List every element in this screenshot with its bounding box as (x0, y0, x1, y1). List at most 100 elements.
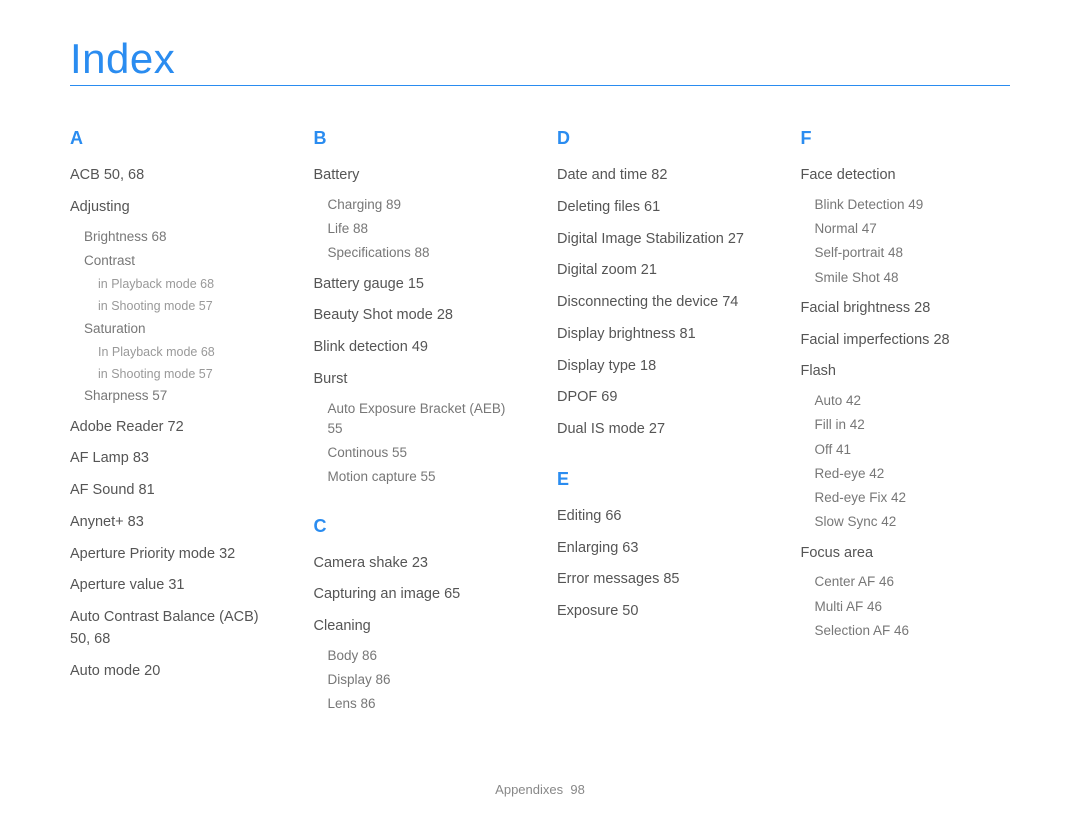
index-entry-text[interactable]: AF Lamp 83 (70, 448, 280, 470)
index-entry[interactable]: Beauty Shot mode 28 (314, 305, 524, 327)
index-entry[interactable]: AF Lamp 83 (70, 448, 280, 470)
index-entry[interactable]: Aperture value 31 (70, 575, 280, 597)
index-entry[interactable]: Facial brightness 28 (801, 298, 1011, 320)
index-subentry[interactable]: Multi AF 46 (815, 597, 1011, 617)
index-entry-text[interactable]: Focus area (801, 543, 1011, 565)
index-subentry[interactable]: Life 88 (328, 219, 524, 239)
index-entry-text[interactable]: Anynet+ 83 (70, 512, 280, 534)
index-entry-text[interactable]: Battery (314, 165, 524, 187)
index-entry-text[interactable]: Enlarging 63 (557, 538, 767, 560)
index-entry-text[interactable]: Cleaning (314, 616, 524, 638)
index-entry-text[interactable]: Battery gauge 15 (314, 274, 524, 296)
index-subentry[interactable]: Continous 55 (328, 443, 524, 463)
index-entry[interactable]: Facial imperfections 28 (801, 330, 1011, 352)
index-entry[interactable]: Anynet+ 83 (70, 512, 280, 534)
index-entry[interactable]: Flash Auto 42 Fill in 42 Off 41 Red-eye 42 Re… (801, 361, 1011, 532)
index-subentry[interactable]: Fill in 42 (815, 415, 1011, 435)
index-subentry[interactable]: Selection AF 46 (815, 621, 1011, 641)
index-entry[interactable]: Disconnecting the device 74 (557, 292, 767, 314)
index-subsubentry[interactable]: In Playback mode 68 (98, 343, 280, 362)
index-entry-text[interactable]: Adobe Reader 72 (70, 417, 280, 439)
index-subsubentry[interactable]: in Playback mode 68 (98, 275, 280, 294)
index-entry[interactable]: Adjusting Brightness 68 Contrast in Playbac… (70, 197, 280, 407)
index-entry-text[interactable]: Camera shake 23 (314, 553, 524, 575)
index-entry-text[interactable]: Deleting files 61 (557, 197, 767, 219)
index-entry-text[interactable]: Date and time 82 (557, 165, 767, 187)
index-entry-text[interactable]: Error messages 85 (557, 569, 767, 591)
index-entry[interactable]: Auto mode 20 (70, 661, 280, 683)
index-subentry[interactable]: Motion capture 55 (328, 467, 524, 487)
index-subentry[interactable]: Contrast (84, 251, 280, 271)
index-entry[interactable]: DPOF 69 (557, 387, 767, 409)
index-entry-text[interactable]: Flash (801, 361, 1011, 383)
index-subentry[interactable]: Center AF 46 (815, 572, 1011, 592)
index-entry[interactable]: Burst Auto Exposure Bracket (AEB) 55 Conti… (314, 369, 524, 488)
index-entry-text[interactable]: Aperture value 31 (70, 575, 280, 597)
index-entry[interactable]: Exposure 50 (557, 601, 767, 623)
index-entry[interactable]: Digital Image Stabilization 27 (557, 229, 767, 251)
index-entry-text[interactable]: Exposure 50 (557, 601, 767, 623)
index-entry[interactable]: Deleting files 61 (557, 197, 767, 219)
index-entry[interactable]: Auto Contrast Balance (ACB) 50, 68 (70, 607, 280, 651)
index-subsubentry[interactable]: in Shooting mode 57 (98, 297, 280, 316)
index-subentry[interactable]: Self-portrait 48 (815, 243, 1011, 263)
index-entry-text[interactable]: Auto Contrast Balance (ACB) 50, 68 (70, 607, 280, 651)
index-subentry[interactable]: Auto Exposure Bracket (AEB) 55 (328, 399, 524, 440)
index-entry-text[interactable]: Blink detection 49 (314, 337, 524, 359)
index-subentry[interactable]: Blink Detection 49 (815, 195, 1011, 215)
index-entry[interactable]: Adobe Reader 72 (70, 417, 280, 439)
index-entry[interactable]: Editing 66 (557, 506, 767, 528)
index-subentry[interactable]: Red-eye 42 (815, 464, 1011, 484)
index-entry-text[interactable]: Facial imperfections 28 (801, 330, 1011, 352)
index-entry[interactable]: Blink detection 49 (314, 337, 524, 359)
index-entry-text[interactable]: ACB 50, 68 (70, 165, 280, 187)
index-entry-text[interactable]: Digital zoom 21 (557, 260, 767, 282)
index-subentry[interactable]: Sharpness 57 (84, 386, 280, 406)
index-entry-text[interactable]: Capturing an image 65 (314, 584, 524, 606)
index-subentry[interactable]: Smile Shot 48 (815, 268, 1011, 288)
index-subentry[interactable]: Off 41 (815, 440, 1011, 460)
index-entry[interactable]: Focus area Center AF 46 Multi AF 46 Selecti… (801, 543, 1011, 642)
index-entry-text[interactable]: Dual IS mode 27 (557, 419, 767, 441)
index-entry[interactable]: Display type 18 (557, 356, 767, 378)
index-subentry[interactable]: Charging 89 (328, 195, 524, 215)
index-subentry[interactable]: Lens 86 (328, 694, 524, 714)
index-entry[interactable]: Enlarging 63 (557, 538, 767, 560)
index-entry[interactable]: Digital zoom 21 (557, 260, 767, 282)
index-entry-text[interactable]: Face detection (801, 165, 1011, 187)
index-entry-text[interactable]: Disconnecting the device 74 (557, 292, 767, 314)
index-subentry[interactable]: Specifications 88 (328, 243, 524, 263)
index-subentry[interactable]: Saturation (84, 319, 280, 339)
index-subentry[interactable]: Slow Sync 42 (815, 512, 1011, 532)
index-entry-text[interactable]: Auto mode 20 (70, 661, 280, 683)
index-subentry[interactable]: Display 86 (328, 670, 524, 690)
index-entry-text[interactable]: Aperture Priority mode 32 (70, 544, 280, 566)
index-entry[interactable]: Battery gauge 15 (314, 274, 524, 296)
index-entry-text[interactable]: Burst (314, 369, 524, 391)
index-entry-text[interactable]: DPOF 69 (557, 387, 767, 409)
index-entry-text[interactable]: Adjusting (70, 197, 280, 219)
index-entry[interactable]: Date and time 82 (557, 165, 767, 187)
index-entry[interactable]: Capturing an image 65 (314, 584, 524, 606)
index-entry[interactable]: Aperture Priority mode 32 (70, 544, 280, 566)
index-entry[interactable]: Cleaning Body 86 Display 86 Lens 86 (314, 616, 524, 715)
index-entry[interactable]: Face detection Blink Detection 49 Normal 4… (801, 165, 1011, 288)
index-entry-text[interactable]: Editing 66 (557, 506, 767, 528)
index-entry[interactable]: ACB 50, 68 (70, 165, 280, 187)
index-entry-text[interactable]: AF Sound 81 (70, 480, 280, 502)
index-entry-text[interactable]: Facial brightness 28 (801, 298, 1011, 320)
index-subentry[interactable]: Auto 42 (815, 391, 1011, 411)
index-entry[interactable]: Battery Charging 89 Life 88 Specifications … (314, 165, 524, 264)
index-entry[interactable]: Camera shake 23 (314, 553, 524, 575)
index-entry[interactable]: AF Sound 81 (70, 480, 280, 502)
index-subentry[interactable]: Normal 47 (815, 219, 1011, 239)
index-subentry[interactable]: Brightness 68 (84, 227, 280, 247)
index-entry-text[interactable]: Display brightness 81 (557, 324, 767, 346)
index-entry-text[interactable]: Beauty Shot mode 28 (314, 305, 524, 327)
index-subentry[interactable]: Body 86 (328, 646, 524, 666)
index-subentry[interactable]: Red-eye Fix 42 (815, 488, 1011, 508)
index-subsubentry[interactable]: in Shooting mode 57 (98, 365, 280, 384)
index-entry[interactable]: Dual IS mode 27 (557, 419, 767, 441)
index-entry[interactable]: Display brightness 81 (557, 324, 767, 346)
index-entry[interactable]: Error messages 85 (557, 569, 767, 591)
